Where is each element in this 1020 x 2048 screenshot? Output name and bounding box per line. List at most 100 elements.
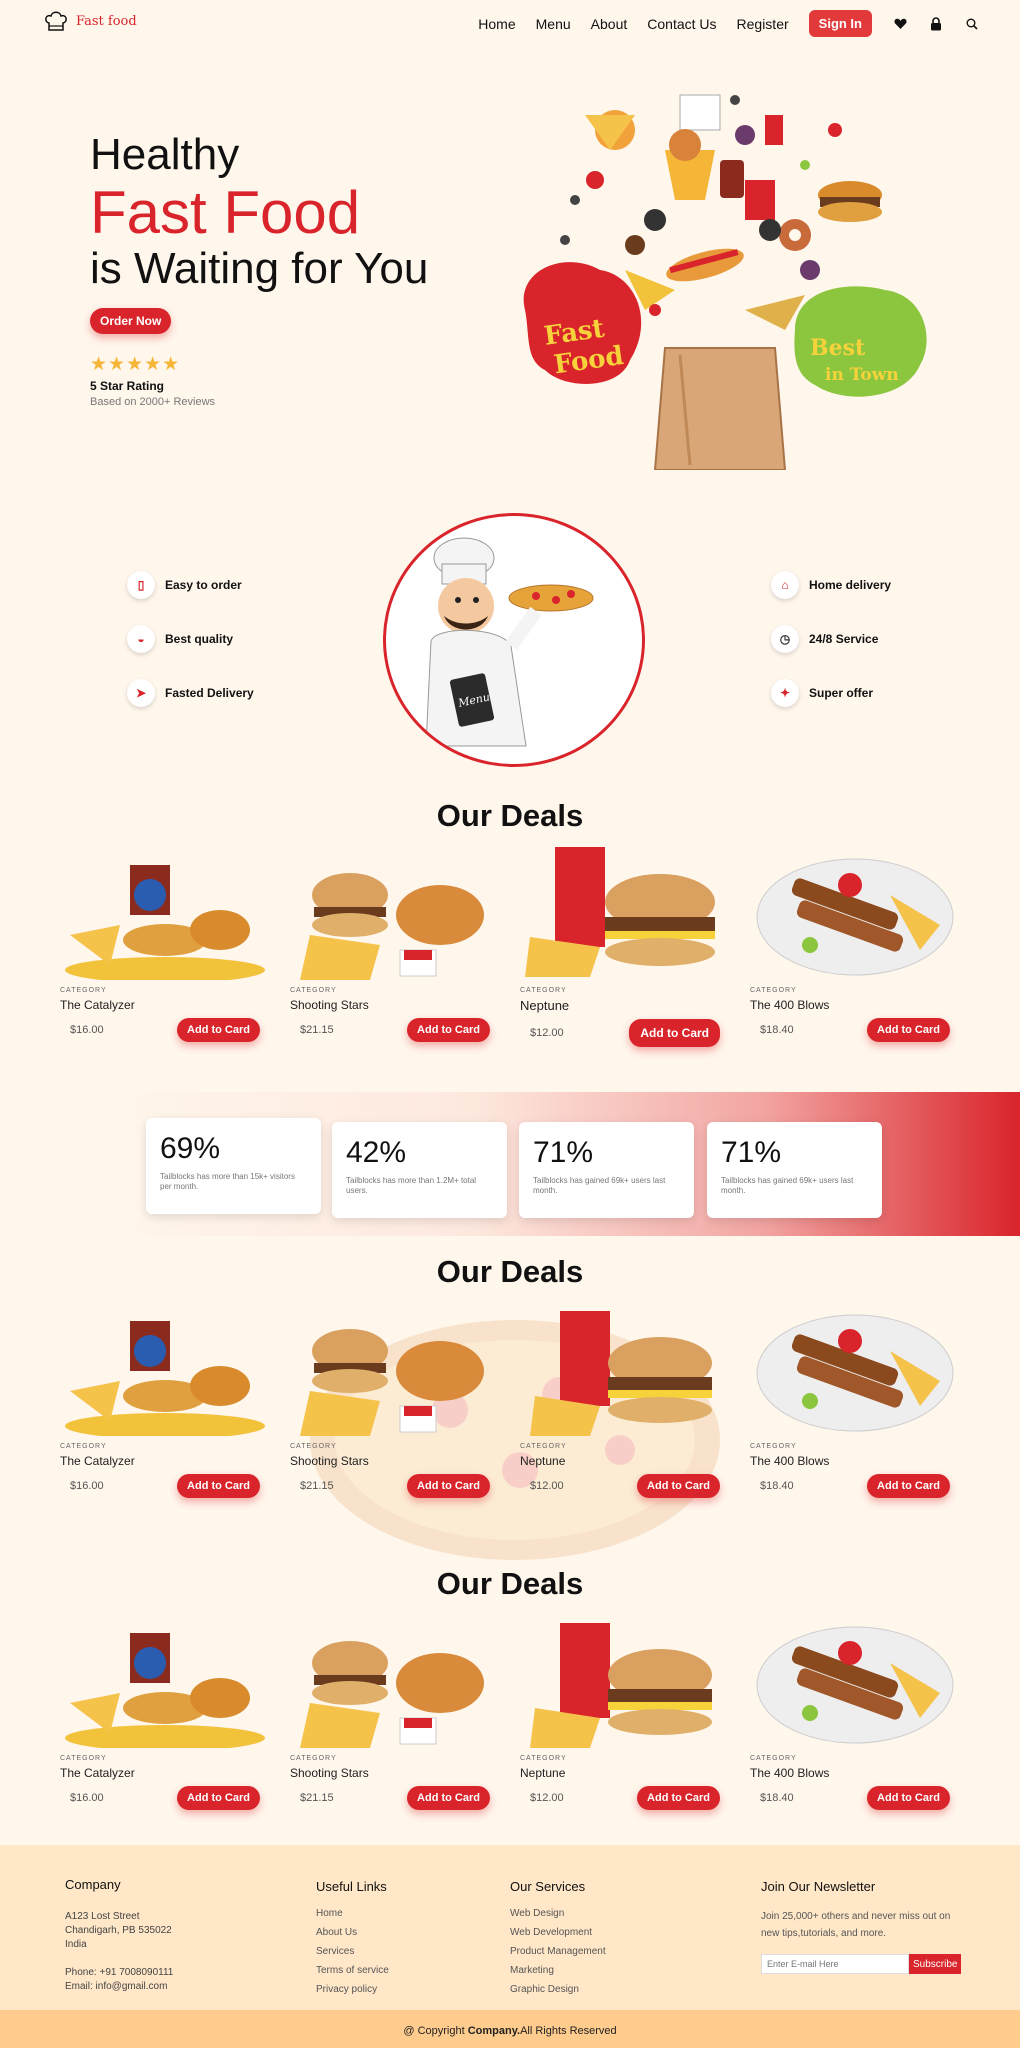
feature-label: Super offer [809, 686, 874, 700]
footer-links-title: Useful Links [316, 1879, 387, 1894]
footer-email: Email: info@gmail.com [65, 1981, 168, 1992]
footer-link-home[interactable]: Home [316, 1908, 389, 1919]
rating-subtitle: Based on 2000+ Reviews [90, 396, 216, 408]
deal-card-4[interactable]: CATEGORY The 400 Blows $18.40 Add to Card [750, 1623, 960, 1810]
deal-category: CATEGORY [290, 1755, 337, 1762]
star-rating: ★★★★★ [90, 354, 181, 375]
feature-home-delivery: ⌂ Home delivery [771, 571, 891, 599]
add-to-cart-button[interactable]: Add to Card [407, 1786, 490, 1810]
chef-hat-icon [45, 11, 67, 31]
hero-line-1: Healthy [90, 130, 240, 179]
deal-card-3[interactable]: CATEGORY Neptune $12.00 Add to Card [520, 847, 730, 1047]
deal-category: CATEGORY [290, 1443, 337, 1450]
deal-name: The 400 Blows [750, 1454, 830, 1468]
deal-image [520, 847, 730, 980]
deal-price: $18.40 [760, 1480, 794, 1492]
footer: Company A123 Lost Street Chandigarh, PB … [0, 1845, 1020, 2010]
address-line: India [65, 1939, 87, 1950]
lock-icon[interactable] [928, 16, 944, 32]
feature-label: Home delivery [809, 578, 892, 592]
nav-menu[interactable]: Menu [536, 16, 571, 32]
footer-link-terms[interactable]: Terms of service [316, 1965, 389, 1976]
footer-service-link[interactable]: Web Development [510, 1927, 606, 1938]
store-icon: ⌂ [771, 571, 799, 599]
stat-value: 42% [346, 1136, 407, 1169]
deal-card-3[interactable]: CATEGORY Neptune $12.00 Add to Card [520, 1623, 730, 1810]
footer-services: Our Services Web Design Web Development … [510, 1879, 606, 2003]
deal-card-1[interactable]: CATEGORY The Catalyzer $16.00 Add to Card [60, 1623, 270, 1810]
deal-name: Neptune [520, 998, 570, 1013]
copyright-prefix: @ Copyright [403, 2025, 468, 2037]
nav-register[interactable]: Register [737, 16, 789, 32]
footer-link-about[interactable]: About Us [316, 1927, 389, 1938]
deal-price: $12.00 [530, 1792, 564, 1804]
newsletter-email-input[interactable] [761, 1954, 909, 1974]
heart-icon[interactable] [892, 16, 908, 32]
deal-price: $12.00 [530, 1480, 564, 1492]
search-icon[interactable] [964, 16, 980, 32]
deal-name: The 400 Blows [750, 998, 830, 1012]
subscribe-button[interactable]: Subscribe [909, 1954, 962, 1974]
deal-name: Neptune [520, 1454, 566, 1468]
hero-food-illustration: Fast Food Best in Town [505, 70, 945, 471]
deals-title: Our Deals [436, 1254, 584, 1289]
footer-service-link[interactable]: Marketing [510, 1965, 606, 1976]
add-to-cart-button[interactable]: Add to Card [629, 1019, 720, 1047]
deals-title: Our Deals [436, 1566, 584, 1601]
quality-icon: ◒ [127, 625, 155, 653]
add-to-cart-button[interactable]: Add to Card [867, 1018, 950, 1042]
deal-price: $21.15 [300, 1792, 334, 1804]
signin-button[interactable]: Sign In [808, 10, 872, 37]
footer-newsletter: Join Our Newsletter Join 25,000+ others … [761, 1879, 966, 1974]
deal-card-2[interactable]: CATEGORY Shooting Stars $21.15 Add to Car… [290, 1311, 500, 1498]
stat-value: 71% [721, 1136, 782, 1169]
delivery-icon: ➤ [127, 679, 155, 707]
deal-image [750, 855, 960, 980]
address-line: Chandigarh, PB 535022 [65, 1925, 172, 1936]
deal-card-2[interactable]: CATEGORY Shooting Stars $21.15 Add to Car… [290, 855, 500, 1042]
deal-name: The Catalyzer [60, 998, 135, 1012]
deal-image [290, 855, 500, 980]
main-nav: Home Menu About Contact Us Register Sign… [478, 10, 980, 37]
add-to-cart-button[interactable]: Add to Card [867, 1474, 950, 1498]
deal-card-4[interactable]: CATEGORY The 400 Blows $18.40 Add to Card [750, 1311, 960, 1498]
deal-card-1[interactable]: CATEGORY The Catalyzer $16.00 Add to Card [60, 855, 270, 1042]
feature-super-offer: ✦ Super offer [771, 679, 873, 707]
footer-service-link[interactable]: Graphic Design [510, 1984, 606, 1995]
add-to-cart-button[interactable]: Add to Card [637, 1786, 720, 1810]
deal-image [520, 1311, 730, 1436]
add-to-cart-button[interactable]: Add to Card [867, 1786, 950, 1810]
add-to-cart-button[interactable]: Add to Card [407, 1474, 490, 1498]
deal-card-2[interactable]: CATEGORY Shooting Stars $21.15 Add to Car… [290, 1623, 500, 1810]
deal-card-3[interactable]: CATEGORY Neptune $12.00 Add to Card [520, 1311, 730, 1498]
deal-card-4[interactable]: CATEGORY The 400 Blows $18.40 Add to Card [750, 855, 960, 1042]
nav-home[interactable]: Home [478, 16, 515, 32]
footer-service-link[interactable]: Product Management [510, 1946, 606, 1957]
brand-logo[interactable]: Fast food [44, 10, 137, 32]
hero-line-2: Fast Food [90, 179, 361, 246]
add-to-cart-button[interactable]: Add to Card [177, 1786, 260, 1810]
footer-link-services[interactable]: Services [316, 1946, 389, 1957]
feature-label: 24/8 Service [809, 632, 879, 646]
order-now-button[interactable]: Order Now [90, 308, 172, 334]
stat-card-3: 71% Tailblocks has gained 69k+ users las… [519, 1122, 694, 1218]
deal-category: CATEGORY [750, 1755, 797, 1762]
footer-company: Company A123 Lost Street Chandigarh, PB … [65, 1877, 173, 1994]
newsletter-text: Join 25,000+ others and never miss out o… [761, 1911, 951, 1939]
stat-card-2: 42% Tailblocks has more than 1.2M+ total… [332, 1122, 507, 1218]
footer-link-privacy[interactable]: Privacy policy [316, 1984, 389, 1995]
deal-card-1[interactable]: CATEGORY The Catalyzer $16.00 Add to Card [60, 1311, 270, 1498]
add-to-cart-button[interactable]: Add to Card [407, 1018, 490, 1042]
nav-about[interactable]: About [591, 16, 628, 32]
footer-service-link[interactable]: Web Design [510, 1908, 606, 1919]
copyright-suffix: All Rights Reserved [520, 2025, 617, 2037]
add-to-cart-button[interactable]: Add to Card [177, 1474, 260, 1498]
deal-category: CATEGORY [520, 1755, 567, 1762]
footer-newsletter-title: Join Our Newsletter [761, 1879, 876, 1894]
best-badge-text-2: in Town [825, 365, 899, 385]
nav-contact[interactable]: Contact Us [647, 16, 716, 32]
deal-category: CATEGORY [750, 987, 797, 994]
add-to-cart-button[interactable]: Add to Card [637, 1474, 720, 1498]
add-to-cart-button[interactable]: Add to Card [177, 1018, 260, 1042]
deal-image [750, 1623, 960, 1748]
